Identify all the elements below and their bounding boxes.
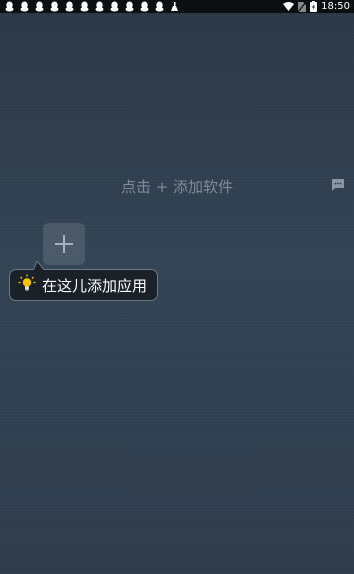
qq-icon [79,1,90,12]
qq-icon [64,1,75,12]
plus-icon [55,235,73,253]
tooltip-text: 在这儿添加应用 [42,276,148,295]
battery-icon [310,1,318,12]
qq-icon [94,1,105,12]
qq-icon [109,1,120,12]
qq-icon [139,1,150,12]
qq-icon [154,1,165,12]
system-status: 18:50 [283,1,350,12]
cleaner-icon [169,1,180,12]
no-sim-icon [298,1,307,12]
clock: 18:50 [321,1,350,12]
qq-icon [34,1,45,12]
status-bar: 18:50 [0,0,354,13]
notification-icons [4,1,180,12]
wifi-icon [283,2,295,11]
qq-icon [4,1,15,12]
add-app-button[interactable] [43,223,85,265]
message-icon[interactable] [331,177,345,191]
qq-icon [124,1,135,12]
qq-icon [19,1,30,12]
add-app-tooltip: 在这儿添加应用 [9,261,159,301]
qq-icon [49,1,60,12]
add-app-hint: 点击 + 添加软件 [120,178,234,196]
lightbulb-icon [18,274,36,296]
